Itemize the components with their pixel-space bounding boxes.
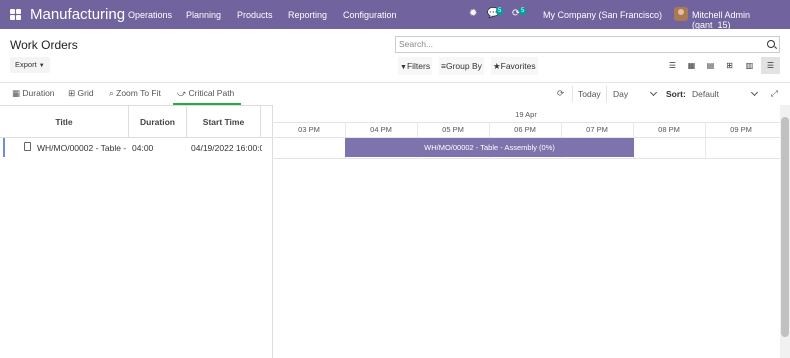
filter-icon: ▼ bbox=[400, 64, 407, 71]
gantt-view-icon[interactable]: ☰ bbox=[761, 57, 780, 74]
hour-label: 05 PM bbox=[442, 125, 464, 134]
graph-view-icon[interactable]: ▥ bbox=[740, 57, 759, 74]
user-avatar[interactable] bbox=[674, 7, 688, 21]
app-brand[interactable]: Manufacturing bbox=[30, 6, 125, 23]
calendar-view-icon[interactable]: ▤ bbox=[701, 57, 720, 74]
grid-icon: ⊞ bbox=[68, 88, 76, 98]
column-duration[interactable]: Duration bbox=[129, 105, 187, 138]
user-menu[interactable]: Mitchell Admin (gant_15) bbox=[692, 10, 790, 30]
scrollbar-thumb[interactable] bbox=[781, 117, 789, 337]
critical-path-icon: ⤻ bbox=[177, 88, 187, 98]
pivot-view-icon[interactable]: ⊞ bbox=[720, 57, 739, 74]
hour-label: 09 PM bbox=[730, 125, 752, 134]
zoom-to-fit-button[interactable]: ⌕ Zoom To Fit bbox=[109, 88, 161, 99]
group-by-button[interactable]: ≡Group By bbox=[439, 57, 484, 75]
chevron-down-icon bbox=[750, 88, 759, 97]
column-start-time[interactable]: Start Time bbox=[187, 105, 261, 138]
top-navbar: Manufacturing Operations Planning Produc… bbox=[0, 0, 790, 30]
menu-operations[interactable]: Operations bbox=[128, 10, 172, 20]
hour-label: 08 PM bbox=[658, 125, 680, 134]
timeline-day: 19 Apr bbox=[515, 110, 537, 119]
expand-icon[interactable]: ⤢ bbox=[771, 88, 778, 99]
hour-divider bbox=[705, 122, 706, 158]
hour-label: 06 PM bbox=[514, 125, 536, 134]
apps-menu-icon[interactable] bbox=[10, 9, 21, 20]
search-icon[interactable] bbox=[767, 40, 775, 48]
column-title[interactable]: Title bbox=[0, 105, 129, 138]
hour-label: 03 PM bbox=[298, 125, 320, 134]
list-view-icon[interactable]: ☰ bbox=[663, 57, 682, 74]
refresh-icon[interactable]: ⟳ bbox=[557, 88, 564, 99]
document-icon bbox=[24, 142, 31, 151]
kanban-view-icon[interactable]: ▦ bbox=[682, 57, 701, 74]
export-label: Export bbox=[15, 60, 37, 69]
menu-products[interactable]: Products bbox=[237, 10, 273, 20]
scale-select[interactable]: Day bbox=[613, 86, 659, 102]
duration-button[interactable]: ▦ Duration bbox=[12, 88, 55, 99]
star-icon: ★ bbox=[493, 61, 501, 71]
filters-button[interactable]: ▼Filters bbox=[398, 57, 433, 75]
gantt-task-bar[interactable]: WH/MO/00002 - Table - Assembly (0%) bbox=[345, 138, 634, 157]
toolbar-divider bbox=[0, 82, 790, 83]
vertical-scrollbar[interactable] bbox=[780, 105, 790, 358]
critical-path-button[interactable]: ⤻ Critical Path bbox=[177, 88, 234, 99]
menu-planning[interactable]: Planning bbox=[186, 10, 221, 20]
caret-down-icon: ▼ bbox=[38, 63, 45, 69]
hour-label: 07 PM bbox=[586, 125, 608, 134]
timeline-divider bbox=[272, 122, 780, 123]
company-switcher[interactable]: My Company (San Francisco) bbox=[543, 10, 662, 20]
row-divider bbox=[272, 158, 780, 159]
favorites-button[interactable]: ★Favorites bbox=[491, 57, 538, 75]
table-row[interactable]: WH/MO/00002 - Table - A 04:00 04/19/2022… bbox=[0, 138, 272, 158]
row-start-time: 04/19/2022 16:00:0 bbox=[191, 143, 262, 153]
table-icon: ▦ bbox=[12, 88, 21, 98]
chevron-down-icon bbox=[649, 88, 658, 97]
messages-badge: 5 bbox=[496, 7, 504, 15]
search-input[interactable]: Search... bbox=[395, 36, 780, 53]
row-title: WH/MO/00002 - Table - A bbox=[37, 143, 128, 153]
menu-reporting[interactable]: Reporting bbox=[288, 10, 327, 20]
bug-icon[interactable]: ✹ bbox=[469, 8, 477, 19]
row-duration: 04:00 bbox=[132, 143, 154, 153]
page-title: Work Orders bbox=[10, 38, 78, 52]
grid-button[interactable]: ⊞ Grid bbox=[68, 88, 94, 99]
activities-badge: 5 bbox=[519, 7, 527, 15]
zoom-icon: ⌕ bbox=[109, 88, 114, 98]
today-button[interactable]: Today bbox=[572, 86, 607, 102]
sort-label: Sort: bbox=[666, 89, 686, 99]
menu-configuration[interactable]: Configuration bbox=[343, 10, 397, 20]
hour-label: 04 PM bbox=[370, 125, 392, 134]
sort-select[interactable]: Default bbox=[692, 86, 762, 102]
search-placeholder: Search... bbox=[399, 39, 434, 49]
export-button[interactable]: Export ▼ bbox=[10, 57, 50, 73]
